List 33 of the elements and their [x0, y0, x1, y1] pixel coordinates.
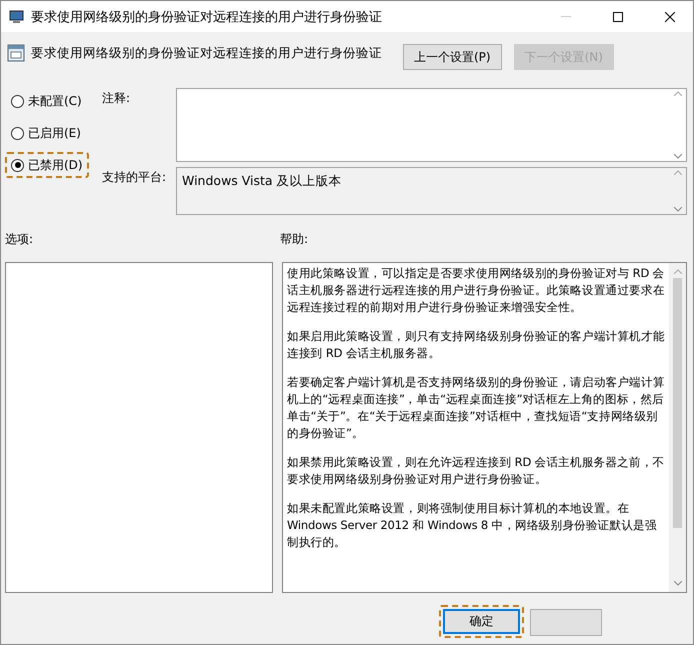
scroll-up-icon[interactable] [674, 170, 682, 175]
help-paragraph: 如果未配置此策略设置，则将强制使用目标计算机的本地设置。在 Windows Server 2012 和 Windows 8 中，网络级别身份验证默认是强制执行的。 [287, 500, 658, 551]
help-label: 帮助: [280, 231, 308, 248]
platform-label: 支持的平台: [102, 169, 168, 186]
scrollbar[interactable] [669, 263, 686, 592]
help-paragraph: 若要确定客户端计算机是否支持网络级别的身份验证，请启动客户端计算机上的“远程桌面连接”，单击“远程桌面连接”对话框左上角的图标，然后单击“关于”。在“关于远程桌面连接”对话框中，查找短语“支持网络级别的身份验证”。 [287, 374, 665, 442]
maximize-icon[interactable] [613, 12, 623, 22]
help-paragraph: 如果启用此策略设置，则只有支持网络级别身份验证的客户端计算机才能连接到 RD 会话主机服务器。 [287, 328, 665, 362]
scroll-down-icon[interactable] [674, 154, 682, 159]
radio-label[interactable]: 已启用(E) [28, 124, 81, 142]
cancel-button[interactable] [530, 609, 602, 636]
scroll-up-icon[interactable] [674, 269, 682, 274]
radio-label[interactable]: 未配置(C) [28, 92, 82, 110]
comment-field[interactable] [176, 88, 687, 162]
window-title: 要求使用网络级别的身份验证对远程连接的用户进行身份验证 [31, 8, 383, 26]
computer-icon [9, 8, 25, 24]
radio-label[interactable]: 已禁用(D) [28, 156, 83, 174]
policy-icon [7, 44, 25, 62]
close-icon[interactable] [665, 12, 675, 22]
radio-button[interactable] [11, 158, 24, 172]
scroll-down-icon[interactable] [674, 581, 682, 586]
options-label: 选项: [5, 232, 34, 246]
radio-button[interactable] [11, 94, 24, 108]
radio-button[interactable] [11, 126, 24, 140]
scroll-up-icon[interactable] [674, 91, 682, 96]
setting-name: 要求使用网络级别的身份验证对远程连接的用户进行身份验证 [31, 44, 383, 62]
comment-label: 注释: [102, 90, 132, 107]
previous-setting-button[interactable]: 上一个设置(P) [403, 44, 502, 70]
scroll-down-icon[interactable] [674, 207, 682, 212]
help-paragraph: 使用此策略设置，可以指定是否要求使用网络级别的身份验证对与 RD 会话主机服务器进行远程连接的用户进行身份验证。此策略设置通过要求在远程连接过程的前期对用户进行身份验证来增强安全性。 [287, 265, 665, 316]
help-paragraph: 如果禁用此策略设置，则在允许远程连接到 RD 会话主机服务器之前，不要求使用网络级别身份验证对用户进行身份验证。 [287, 454, 665, 488]
platform-value: Windows Vista 及以上版本 [181, 172, 343, 190]
ok-button[interactable]: 确定 [443, 609, 520, 634]
